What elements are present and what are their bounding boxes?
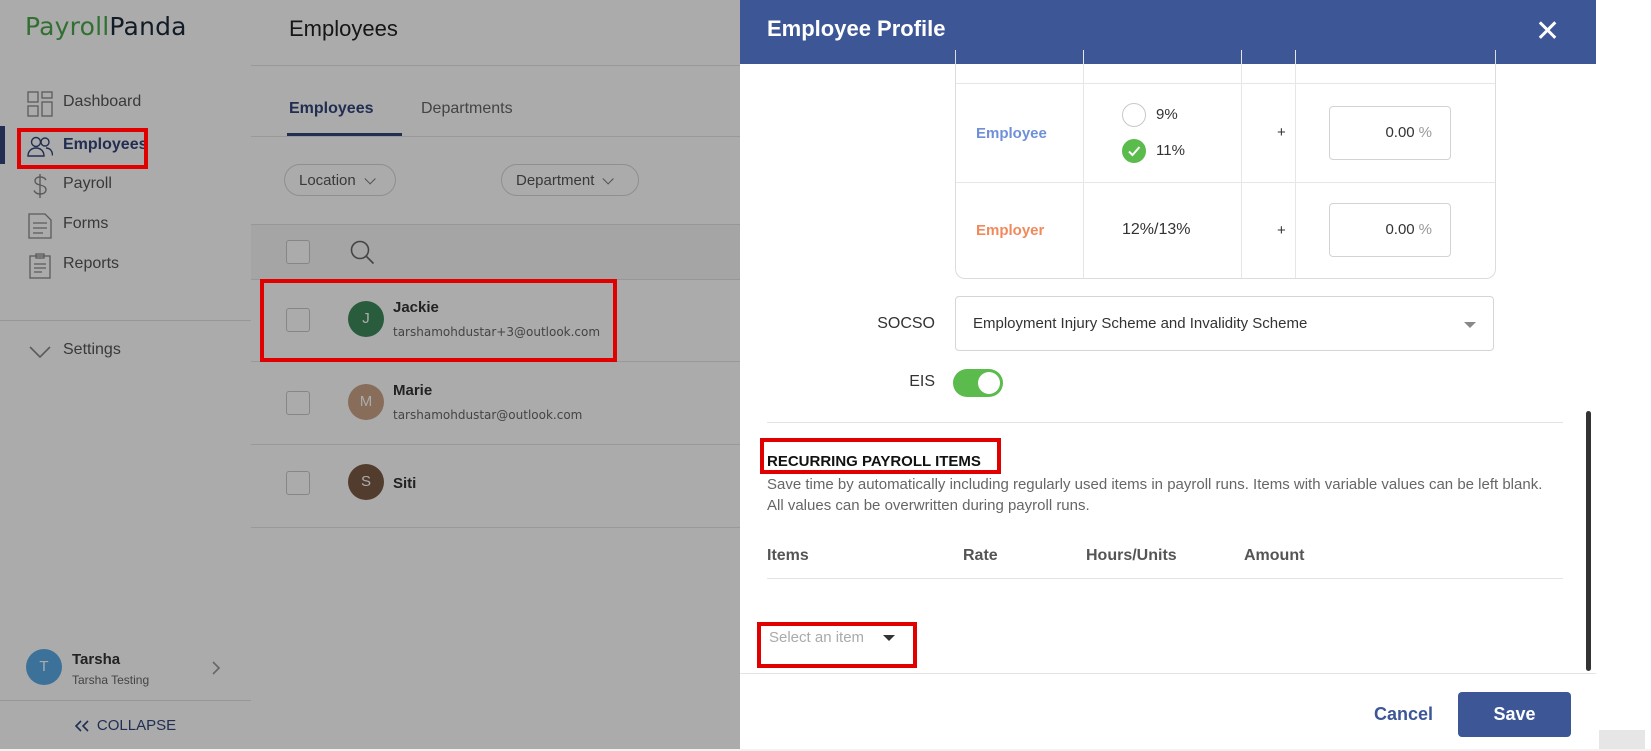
percent-suffix: % [1418, 221, 1432, 238]
socso-label: SOCSO [877, 315, 935, 332]
table-divider [1295, 50, 1296, 278]
employer-rate: 12%/13% [1122, 221, 1191, 238]
highlight-box [757, 622, 917, 668]
plus-sign: + [1277, 124, 1286, 141]
highlight-box [760, 438, 1001, 474]
scrollbar-thumb[interactable] [1586, 411, 1591, 671]
socso-select[interactable]: Employment Injury Scheme and Invalidity … [955, 296, 1494, 351]
highlight-box [17, 128, 148, 169]
table-divider [1241, 50, 1242, 278]
caret-down-icon [1464, 322, 1476, 328]
column-header-rate: Rate [963, 547, 998, 564]
option-label: 9% [1156, 106, 1178, 123]
toggle-knob [978, 372, 1000, 394]
column-header-amount: Amount [1244, 547, 1305, 564]
employer-voluntary-input[interactable]: 0.00% [1329, 203, 1451, 257]
table-divider [1083, 50, 1084, 278]
cancel-button[interactable]: Cancel [1374, 704, 1433, 725]
table-divider [956, 182, 1495, 183]
employee-voluntary-input[interactable]: 0.00% [1329, 106, 1451, 160]
recurring-section-description: Save time by automatically including reg… [767, 476, 1543, 514]
employee-row-label: Employee [976, 125, 1047, 142]
epf-table: Employee 9% 11% + 0.00% Employer 12%/13%… [955, 50, 1496, 279]
column-header-hours: Hours/Units [1086, 547, 1177, 564]
save-button[interactable]: Save [1458, 692, 1571, 737]
select-value: Employment Injury Scheme and Invalidity … [973, 315, 1308, 332]
check-icon [1128, 146, 1141, 157]
eis-toggle[interactable] [953, 369, 1003, 397]
page-scrollbar-area [1596, 0, 1651, 749]
input-value: 0.00 [1385, 221, 1415, 238]
panel-title: Employee Profile [767, 16, 946, 41]
modal-backdrop[interactable] [0, 0, 740, 749]
radio-11-percent[interactable] [1122, 139, 1146, 163]
plus-sign: + [1277, 222, 1286, 239]
close-icon[interactable]: ✕ [1535, 14, 1560, 49]
input-value: 0.00 [1385, 124, 1415, 141]
scrollbar-track[interactable] [1599, 730, 1645, 749]
column-header-items: Items [767, 547, 809, 564]
highlight-box [260, 279, 617, 362]
radio-9-percent[interactable] [1122, 103, 1146, 127]
table-header-divider [767, 578, 1563, 579]
table-divider [956, 83, 1495, 84]
percent-suffix: % [1418, 124, 1432, 141]
employer-row-label: Employer [976, 222, 1045, 239]
section-divider [767, 422, 1563, 423]
option-label: 11% [1156, 142, 1185, 159]
eis-label: EIS [909, 373, 935, 390]
